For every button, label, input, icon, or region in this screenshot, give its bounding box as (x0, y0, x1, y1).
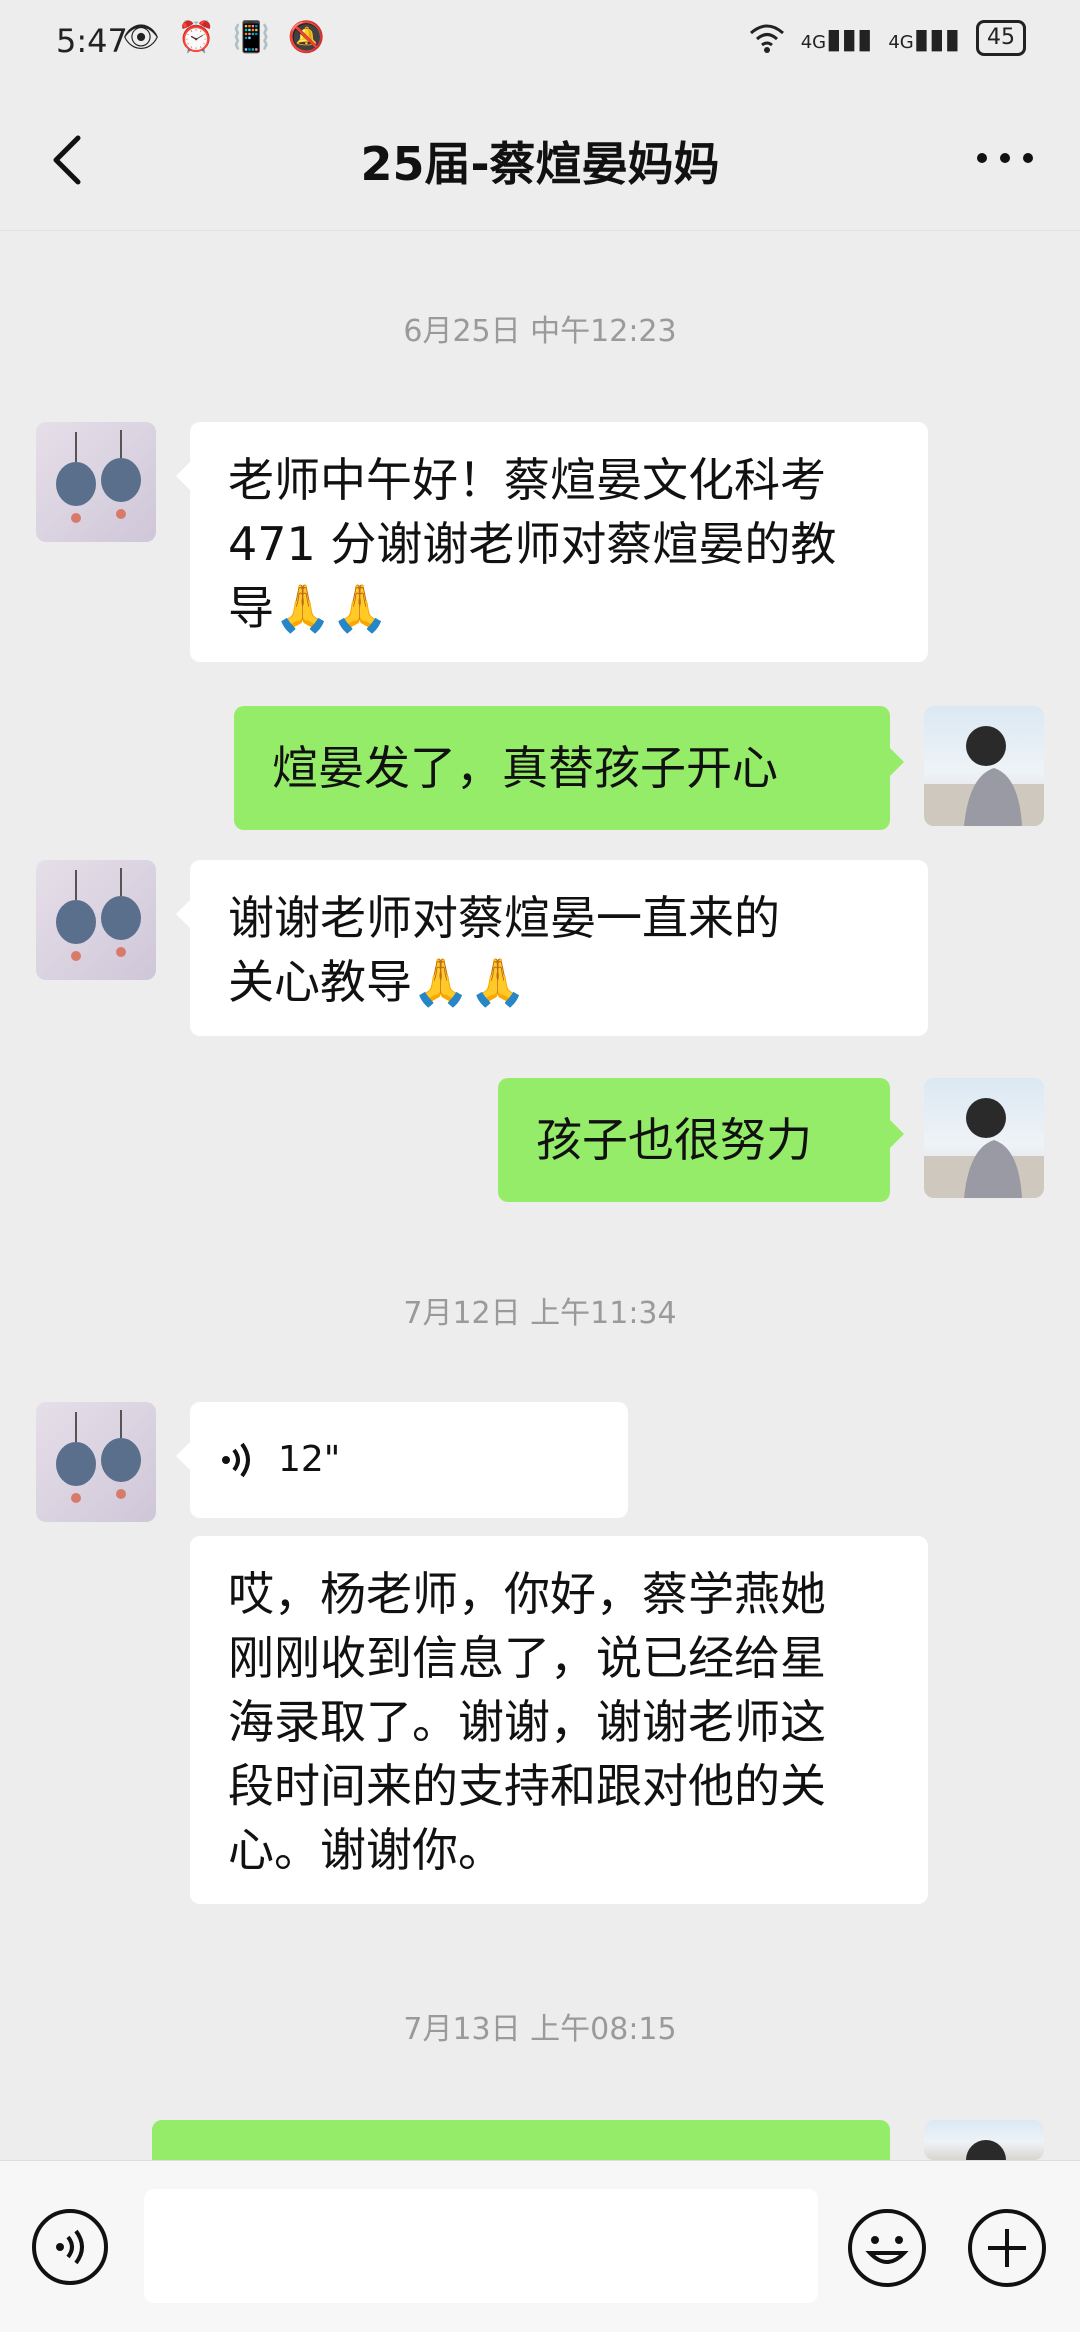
timestamp: 6月25日 中午12:23 (403, 314, 677, 349)
timestamp: 7月12日 上午11:34 (403, 1296, 677, 1331)
message-text: 关心教导🙏🙏 (228, 955, 527, 1009)
profile-photo-icon (966, 2140, 1006, 2160)
avatar[interactable] (924, 706, 1044, 826)
message-text: 老师中午好！蔡煊晏文化科考 (228, 453, 826, 507)
message-text: 哎，杨老师，你好，蔡学燕她 (228, 1567, 826, 1621)
message-text: 471 分谢谢老师对蔡煊晏的教 (228, 517, 837, 571)
wifi-icon (749, 24, 784, 53)
avatar[interactable] (924, 1078, 1044, 1198)
vibrate-icon: 📳 (232, 20, 274, 55)
signal-4g-icon: 4G▮▮▮ (800, 21, 873, 55)
message-text: 刚刚收到信息了，说已经给星 (228, 1631, 826, 1685)
lantern-avatar-icon (56, 1410, 141, 1503)
message-text: 孩子也很努力 (536, 1113, 812, 1167)
eye-icon: 👁 (122, 20, 165, 55)
chat-header: 25届-蔡煊晏妈妈 (0, 90, 1080, 231)
status-right-icons: 4G▮▮▮ 4G▮▮▮ 45 (749, 20, 1026, 56)
profile-photo-icon (924, 726, 1044, 826)
message-bubble[interactable]: 哎，杨老师，你好，蔡学燕她 刚刚收到信息了，说已经给星 海录取了。谢谢，谢谢老师… (190, 1536, 928, 1904)
voice-duration: 12" (278, 1439, 341, 1480)
signal-4g-icon: 4G▮▮▮ (888, 21, 960, 55)
voice-icon[interactable] (30, 2207, 110, 2287)
plus-icon[interactable] (966, 2207, 1048, 2289)
message-text: 导🙏🙏 (228, 581, 389, 635)
lantern-avatar-icon (56, 868, 141, 961)
mute-icon: 🔕 (287, 20, 329, 55)
voice-wave-icon (222, 1442, 250, 1478)
lantern-avatar-icon (56, 430, 141, 523)
alarm-icon: ⏰ (177, 20, 219, 55)
message-text: 煊晏发了，真替孩子开心 (272, 741, 778, 795)
message-text: 谢谢老师对蔡煊晏一直来的 (228, 891, 780, 945)
message-bubble[interactable]: 谢谢老师对蔡煊晏一直来的 关心教导🙏🙏 (176, 860, 928, 1036)
avatar[interactable] (924, 2120, 1044, 2160)
emoji-icon[interactable] (846, 2207, 928, 2289)
status-time: 5:47 (56, 22, 128, 60)
avatar[interactable] (36, 1402, 156, 1522)
input-bar (0, 2160, 1080, 2332)
message-bubble[interactable]: 煊晏发了，真替孩子开心 (234, 706, 904, 830)
voice-message-bubble[interactable]: 12" (176, 1402, 628, 1518)
chat-title: 25届-蔡煊晏妈妈 (360, 137, 720, 191)
message-text: 心。谢谢你。 (228, 1823, 504, 1877)
message-text: 海录取了。谢谢，谢谢老师这 (228, 1695, 826, 1749)
status-left-icons: 👁 ⏰ 📳 🔕 (122, 20, 329, 55)
message-bubble[interactable]: 孩子也很努力 (498, 1078, 904, 1202)
profile-photo-icon (924, 1098, 1044, 1198)
message-bubble[interactable]: 老师中午好！蔡煊晏文化科考 471 分谢谢老师对蔡煊晏的教 导🙏🙏 (176, 422, 928, 662)
battery-indicator: 45 (976, 20, 1026, 56)
message-text: 段时间来的支持和跟对他的关 (228, 1759, 826, 1813)
more-icon[interactable] (970, 142, 1040, 182)
avatar[interactable] (36, 860, 156, 980)
status-bar: 5:47 👁 ⏰ 📳 🔕 4G▮▮▮ 4G▮▮▮ 45 (0, 0, 1080, 90)
timestamp: 7月13日 上午08:15 (403, 2012, 677, 2047)
avatar[interactable] (36, 422, 156, 542)
message-input[interactable] (144, 2189, 818, 2303)
